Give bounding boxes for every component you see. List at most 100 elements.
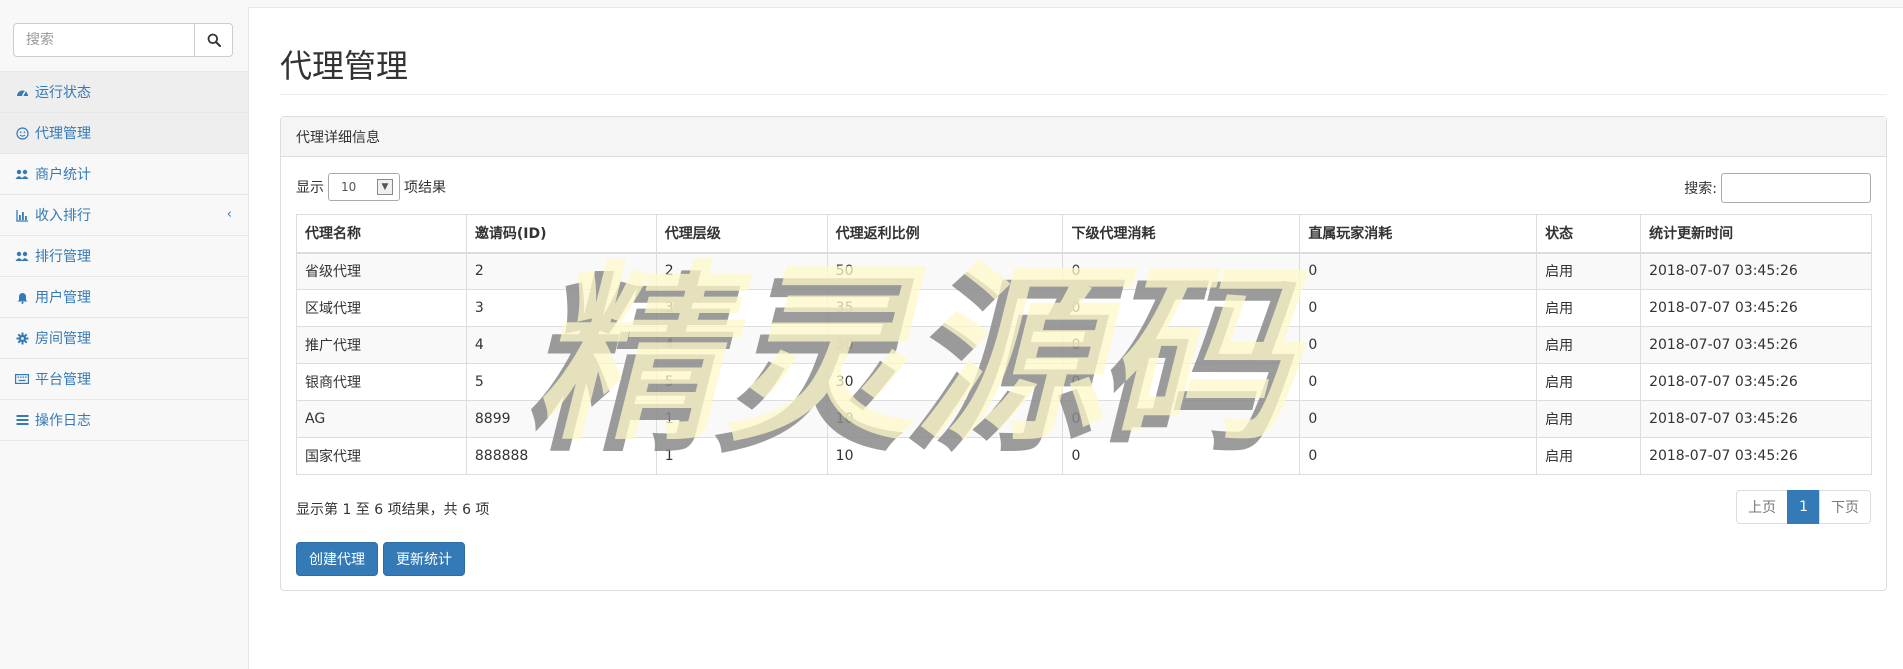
cell-level: 5: [655, 363, 828, 401]
table-header-row: 代理名称 邀请码(ID) 代理层级 代理返利比例 下级代理消耗 直属玩家消耗 状…: [296, 214, 1872, 254]
column-header-updated[interactable]: 统计更新时间: [1640, 214, 1872, 254]
cell-name: 国家代理: [296, 437, 467, 475]
sidebar-item-platform[interactable]: 平台管理: [0, 359, 248, 400]
next-page-button[interactable]: 下页: [1819, 490, 1871, 524]
sidebar-item-income-rank[interactable]: 收入排行 ‹: [0, 195, 248, 236]
sidebar-item-label: 用户管理: [35, 290, 91, 306]
page-1-button[interactable]: 1: [1787, 490, 1820, 524]
keyboard-icon: [15, 372, 29, 386]
search-icon: [207, 33, 221, 47]
sidebar-item-agents[interactable]: 代理管理: [0, 113, 248, 154]
smile-icon: [15, 126, 29, 140]
cell-status: 启用: [1536, 363, 1642, 401]
sidebar-item-logs[interactable]: 操作日志: [0, 400, 248, 441]
gear-icon: [15, 331, 29, 345]
cell-invite-code: 4: [465, 326, 657, 364]
refresh-stats-button[interactable]: 更新统计: [383, 542, 465, 576]
table-row[interactable]: 推广代理 4 4 30 0 0 启用 2018-07-07 03:45:26: [296, 326, 1872, 364]
agent-details-panel: 代理详细信息 显示 10 ▼ 项结果 搜索: 代理名称 邀请码(ID) 代理层级…: [280, 116, 1887, 591]
table-row[interactable]: 国家代理 888888 1 10 0 0 启用 2018-07-07 03:45…: [296, 437, 1872, 475]
cell-invite-code: 2: [465, 252, 657, 290]
sidebar-item-rooms[interactable]: 房间管理: [0, 318, 248, 359]
cell-invite-code: 3: [465, 289, 657, 327]
sidebar-item-label: 房间管理: [35, 331, 91, 347]
sidebar-nav: 运行状态 代理管理 商户统计 收入排行 ‹ 排行管理 用户管理 房间管理 平台管…: [0, 71, 248, 441]
cell-player-consumption: 0: [1299, 252, 1538, 290]
cell-player-consumption: 0: [1299, 437, 1538, 475]
cell-updated: 2018-07-07 03:45:26: [1640, 289, 1872, 327]
cell-rebate: 30: [826, 363, 1064, 401]
sidebar-item-label: 平台管理: [35, 372, 91, 388]
cell-rebate: 35: [826, 289, 1064, 327]
create-agent-button[interactable]: 创建代理: [296, 542, 378, 576]
cell-name: 区域代理: [296, 289, 467, 327]
cell-level: 3: [655, 289, 828, 327]
cell-sub-consumption: 0: [1062, 326, 1301, 364]
page-length-value: 10: [341, 180, 357, 194]
bar-chart-icon: [15, 208, 29, 222]
cell-name: AG: [296, 400, 467, 438]
page-length-select[interactable]: 10 ▼: [328, 173, 400, 201]
column-header-name[interactable]: 代理名称: [296, 214, 467, 254]
cell-sub-consumption: 0: [1062, 437, 1301, 475]
cell-rebate: 10: [826, 437, 1064, 475]
agents-table: 代理名称 邀请码(ID) 代理层级 代理返利比例 下级代理消耗 直属玩家消耗 状…: [296, 214, 1872, 475]
sidebar-item-ranking[interactable]: 排行管理: [0, 236, 248, 277]
sidebar-item-label: 商户统计: [35, 167, 91, 183]
table-filter: 搜索:: [1684, 173, 1871, 203]
column-header-player-consumption[interactable]: 直属玩家消耗: [1299, 214, 1538, 254]
table-search-input[interactable]: [1721, 173, 1871, 203]
column-header-invite-code[interactable]: 邀请码(ID): [465, 214, 657, 254]
sidebar-item-label: 运行状态: [35, 85, 91, 101]
chevron-down-icon: ▼: [377, 179, 393, 195]
sidebar-item-users[interactable]: 用户管理: [0, 277, 248, 318]
cell-level: 4: [655, 326, 828, 364]
cell-updated: 2018-07-07 03:45:26: [1640, 400, 1872, 438]
cell-updated: 2018-07-07 03:45:26: [1640, 437, 1872, 475]
cell-updated: 2018-07-07 03:45:26: [1640, 252, 1872, 290]
cell-rebate: 10: [826, 400, 1064, 438]
cell-name: 银商代理: [296, 363, 467, 401]
main-content: 代理管理 代理详细信息 显示 10 ▼ 项结果 搜索: 代理名称 邀请码(ID)…: [249, 7, 1903, 669]
cell-updated: 2018-07-07 03:45:26: [1640, 363, 1872, 401]
search-button[interactable]: [194, 23, 233, 57]
cell-name: 省级代理: [296, 252, 467, 290]
filter-label: 搜索:: [1684, 181, 1717, 197]
prev-page-button[interactable]: 上页: [1736, 490, 1789, 524]
sidebar-item-status[interactable]: 运行状态: [0, 72, 248, 113]
search-input[interactable]: [13, 23, 195, 57]
cell-status: 启用: [1536, 326, 1642, 364]
list-icon: [15, 413, 29, 427]
cell-name: 推广代理: [296, 326, 467, 364]
sidebar-item-label: 操作日志: [35, 413, 91, 429]
pagination: 上页 1 下页: [1736, 490, 1871, 524]
table-row[interactable]: 区域代理 3 3 35 0 0 启用 2018-07-07 03:45:26: [296, 289, 1872, 327]
length-suffix: 项结果: [404, 180, 446, 196]
table-row[interactable]: 银商代理 5 5 30 0 0 启用 2018-07-07 03:45:26: [296, 363, 1872, 401]
table-row[interactable]: AG 8899 1 10 0 0 启用 2018-07-07 03:45:26: [296, 400, 1872, 438]
sidebar: 运行状态 代理管理 商户统计 收入排行 ‹ 排行管理: [0, 7, 249, 669]
action-buttons: 创建代理 更新统计: [296, 542, 470, 576]
cell-sub-consumption: 0: [1062, 400, 1301, 438]
sidebar-item-label: 收入排行: [35, 208, 91, 224]
users-icon: [15, 167, 29, 181]
panel-heading: 代理详细信息: [281, 117, 1886, 157]
cell-player-consumption: 0: [1299, 400, 1538, 438]
cell-level: 2: [655, 252, 828, 290]
sidebar-item-merchants[interactable]: 商户统计: [0, 154, 248, 195]
table-row[interactable]: 省级代理 2 2 50 0 0 启用 2018-07-07 03:45:26: [296, 252, 1872, 290]
column-header-status[interactable]: 状态: [1536, 214, 1642, 254]
page-length-control: 显示 10 ▼ 项结果: [296, 173, 446, 201]
sidebar-item-label: 代理管理: [35, 126, 91, 142]
column-header-level[interactable]: 代理层级: [655, 214, 828, 254]
cell-sub-consumption: 0: [1062, 363, 1301, 401]
sidebar-item-label: 排行管理: [35, 249, 91, 265]
column-header-rebate[interactable]: 代理返利比例: [826, 214, 1064, 254]
column-header-sub-consumption[interactable]: 下级代理消耗: [1062, 214, 1301, 254]
cell-level: 1: [655, 437, 828, 475]
cell-sub-consumption: 0: [1062, 289, 1301, 327]
sidebar-search: [13, 23, 233, 57]
cell-status: 启用: [1536, 252, 1642, 290]
cell-level: 1: [655, 400, 828, 438]
cell-status: 启用: [1536, 437, 1642, 475]
